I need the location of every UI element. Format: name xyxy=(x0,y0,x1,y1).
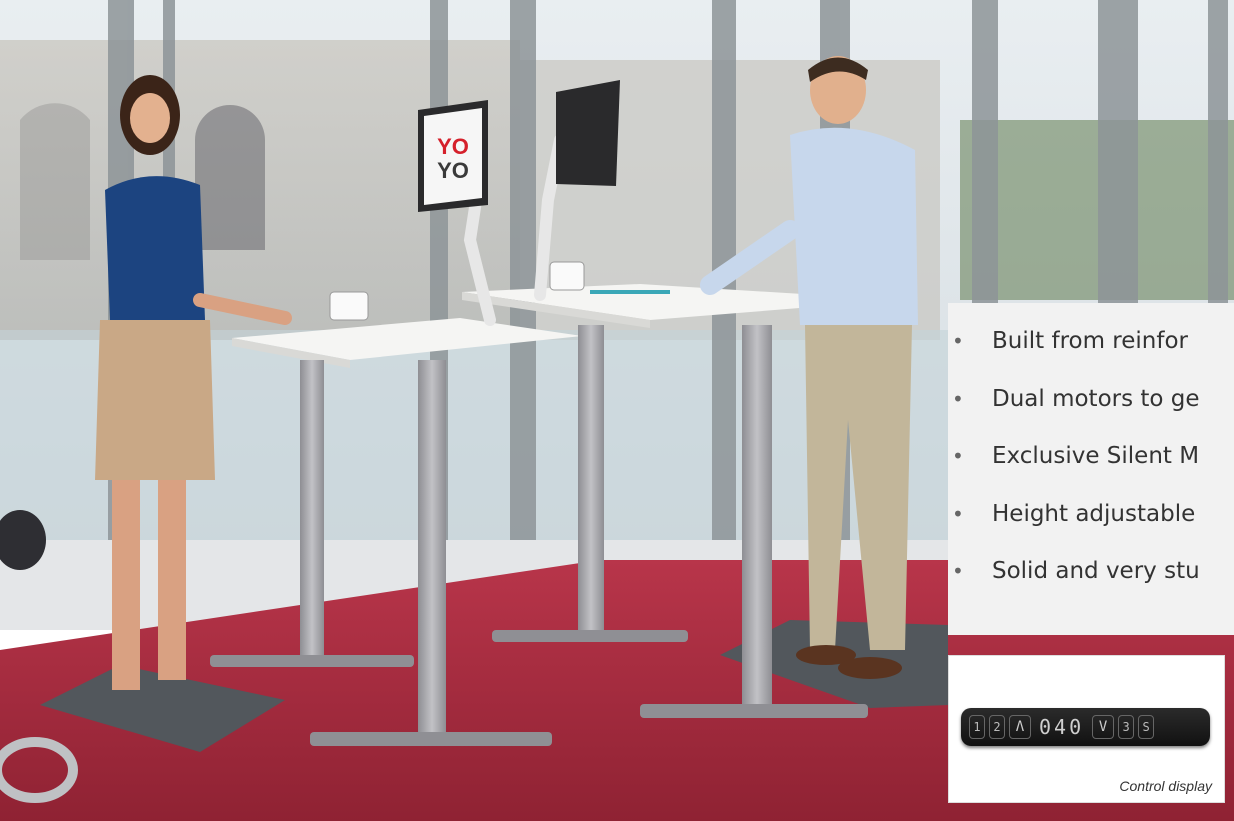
down-arrow-icon: V xyxy=(1092,715,1115,739)
save-key: S xyxy=(1138,715,1155,739)
preset-1-key: 1 xyxy=(969,715,985,739)
feature-item: • Solid and very stu xyxy=(948,555,1234,613)
height-readout: 040 xyxy=(1039,715,1085,739)
feature-text: Built from reinfor xyxy=(992,328,1188,354)
feature-text: Solid and very stu xyxy=(992,558,1200,584)
bullet-icon: • xyxy=(952,386,964,411)
feature-list: • Built from reinfor • Dual motors to ge •… xyxy=(948,303,1234,635)
feature-item: • Exclusive Silent M xyxy=(948,440,1234,498)
bullet-icon: • xyxy=(952,559,964,583)
up-arrow-icon: Λ xyxy=(1009,715,1031,739)
feature-item: • Built from reinfor xyxy=(948,325,1234,383)
bullet-icon: • xyxy=(952,444,964,468)
control-display-caption: Control display xyxy=(1119,778,1212,794)
feature-item: • Height adjustable xyxy=(948,498,1234,556)
feature-text: Height adjustable xyxy=(992,500,1196,527)
bullet-icon: • xyxy=(952,501,964,526)
feature-text: Exclusive Silent M xyxy=(992,443,1200,469)
bullet-icon: • xyxy=(952,329,964,353)
brand-logo-text-bottom: YO xyxy=(437,158,469,183)
preset-2-key: 2 xyxy=(989,715,1005,739)
feature-item: • Dual motors to ge xyxy=(948,383,1234,441)
control-display-card: 1 2 Λ 040 V 3 S Control display xyxy=(948,655,1225,803)
control-panel: 1 2 Λ 040 V 3 S xyxy=(961,708,1210,746)
brand-logo-text-top: YO xyxy=(437,134,469,159)
preset-3-key: 3 xyxy=(1118,715,1135,739)
feature-text: Dual motors to ge xyxy=(992,385,1200,412)
